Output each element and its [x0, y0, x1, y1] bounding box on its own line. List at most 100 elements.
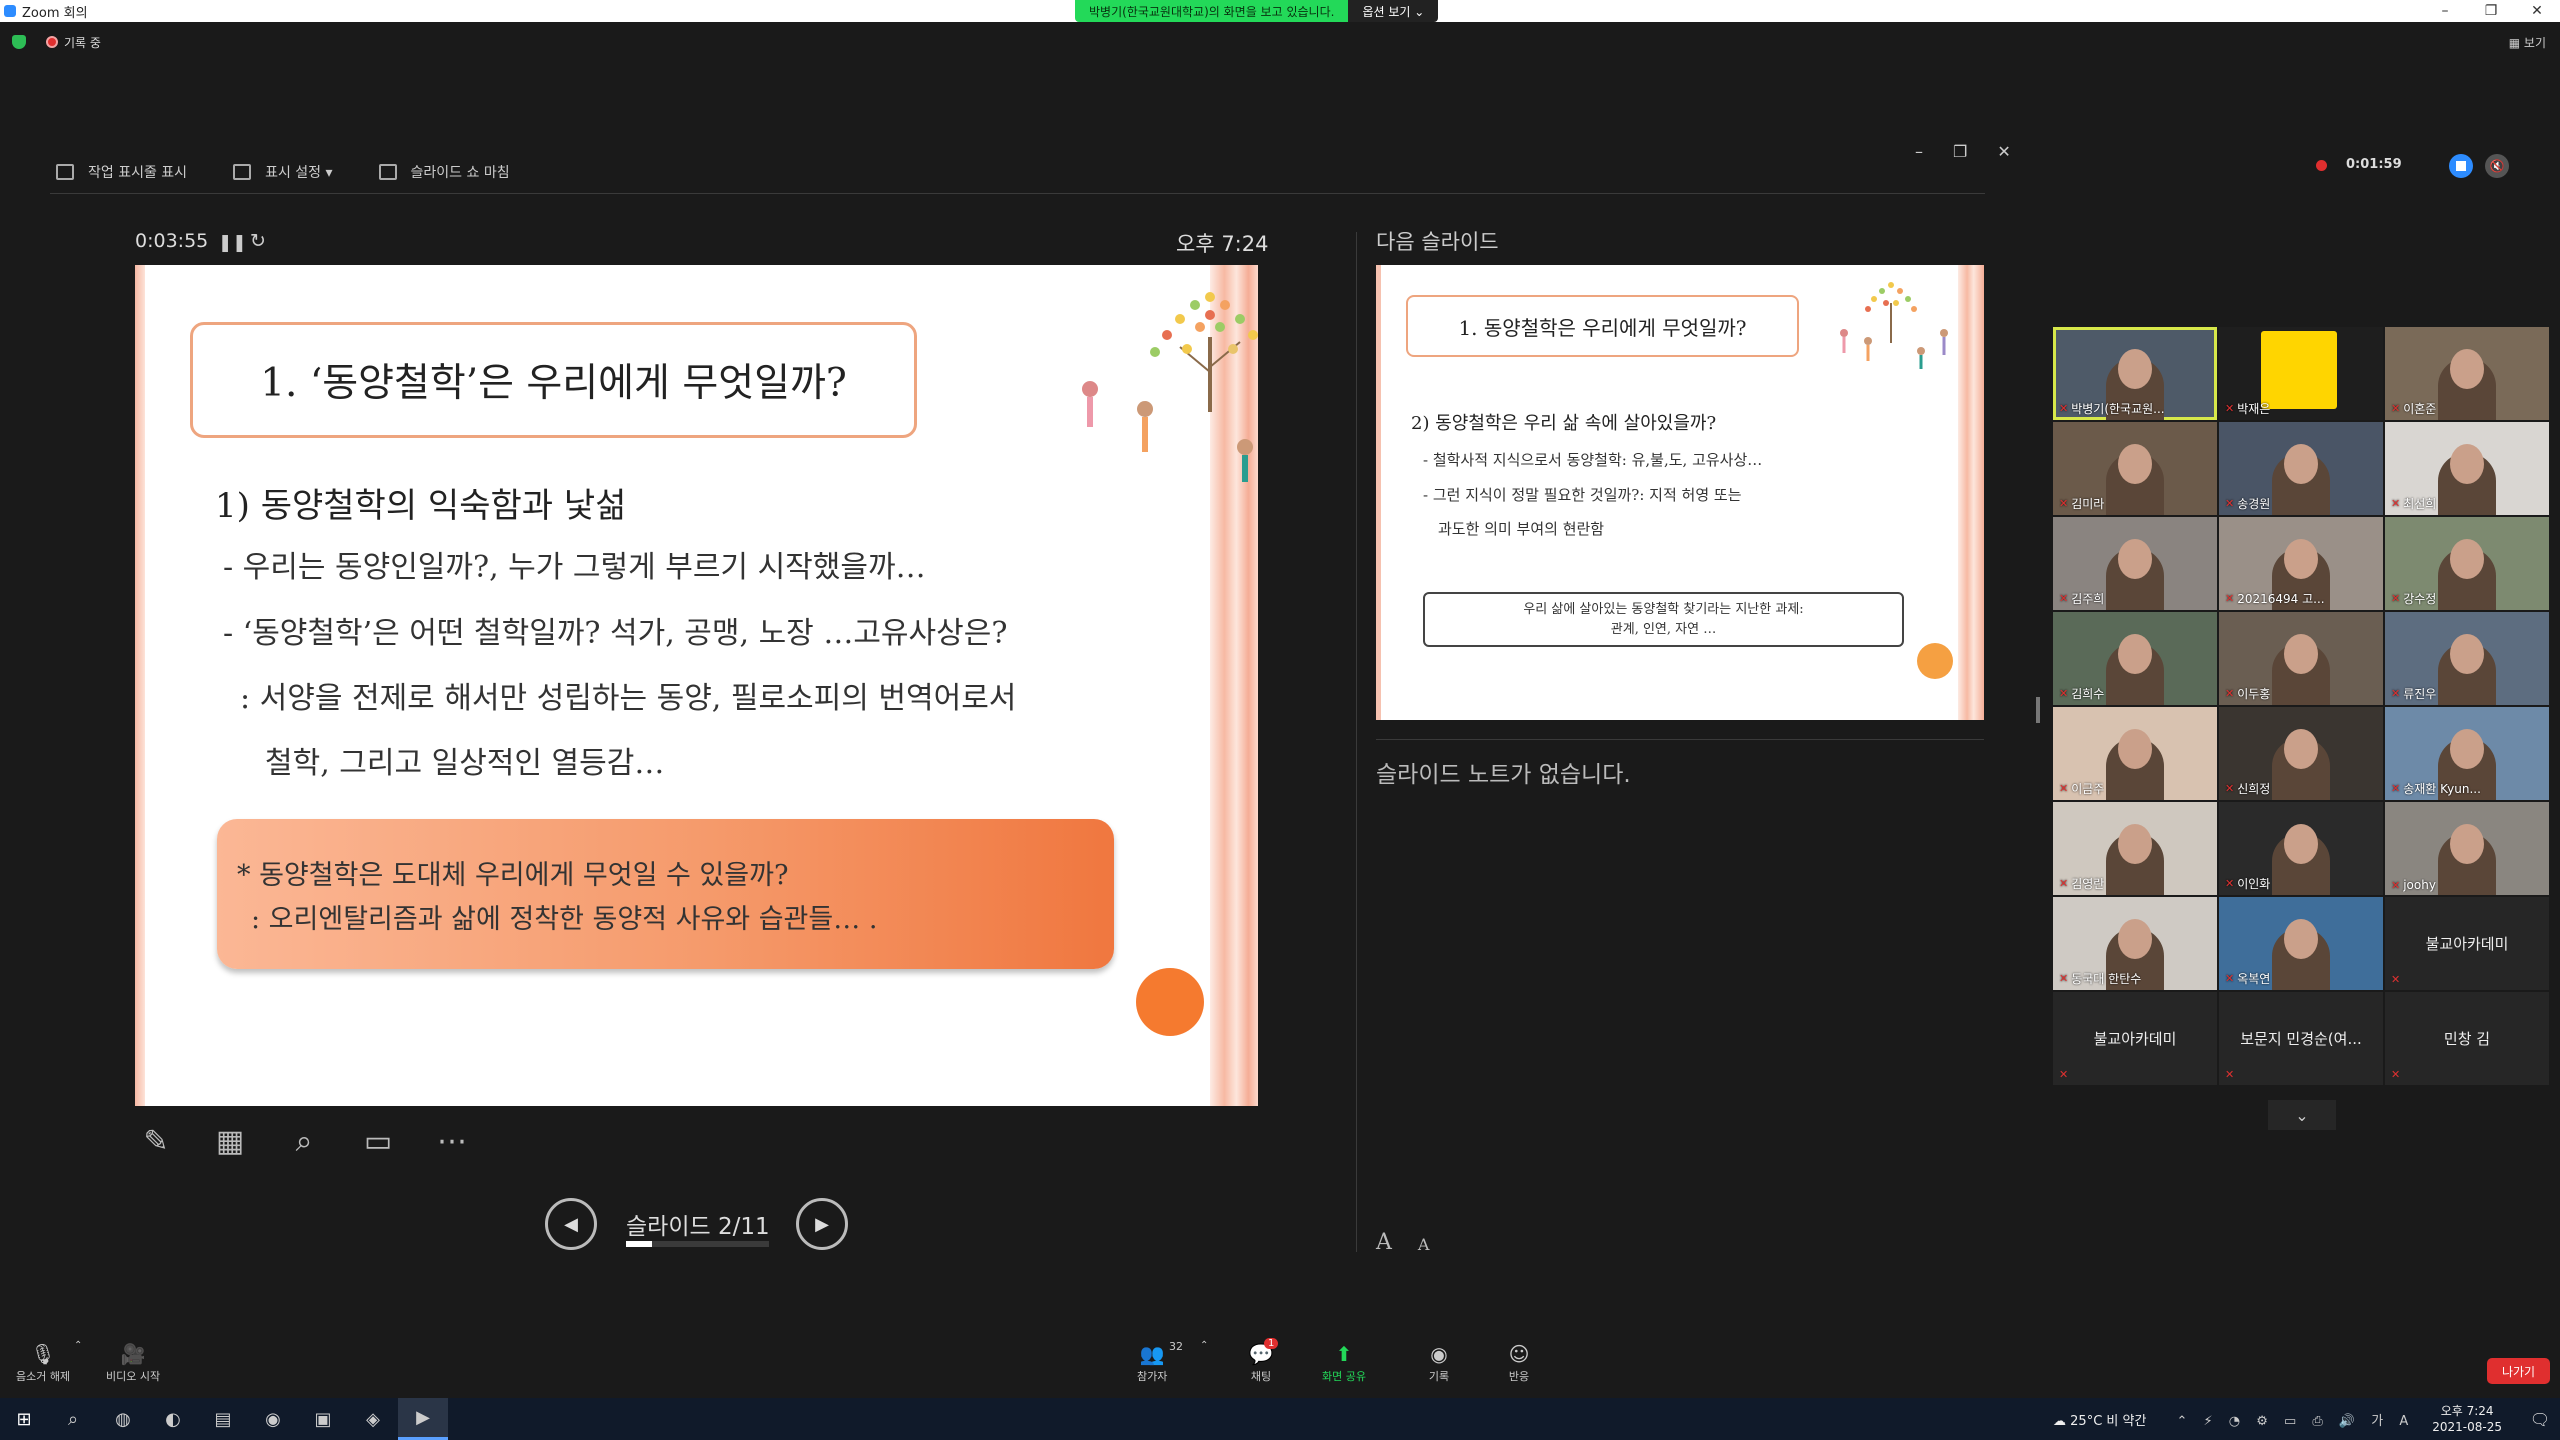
participant-tile[interactable]: ✕ 신희정 [2219, 707, 2383, 800]
chrome-icon[interactable]: ◍ [98, 1398, 148, 1440]
gallery-splitter-handle[interactable] [2036, 697, 2040, 723]
tray-icons[interactable]: ⌃ ⚡ ◔ ⚙ ▭ ⎙ 🔊 가 A [2176, 1410, 2414, 1429]
participant-head [2450, 539, 2484, 579]
unmute-button[interactable]: 🎙 음소거 해제 [16, 1340, 70, 1384]
participant-head [2118, 634, 2152, 674]
participant-tile[interactable]: ✕ 동국대 한탄수 [2053, 897, 2217, 990]
participant-name: ✕ 박병기(한국교원... [2059, 400, 2165, 417]
participant-tile[interactable]: ✕ 김희수 [2053, 612, 2217, 705]
stop-icon [2456, 161, 2466, 171]
participant-name-text: 동국대 한탄수 [2071, 972, 2142, 986]
decrease-font-button[interactable]: A [1418, 1230, 1430, 1255]
participant-tile[interactable]: ✕ 옥복연 [2219, 897, 2383, 990]
current-slide[interactable]: 1. ‘동양철학’은 우리에게 무엇일까? 1) 동양철학의 익숙함과 낯섦 -… [135, 265, 1258, 1106]
windows-start-icon[interactable]: ⊞ [0, 1398, 48, 1440]
stop-recording-button[interactable] [2449, 154, 2473, 178]
minimize-button[interactable]: – [2422, 0, 2468, 22]
reactions-button[interactable]: ☺ 반응 [1505, 1340, 1533, 1384]
tree-children-illustration [1082, 292, 1258, 482]
show-taskbar-button[interactable]: 작업 표시줄 표시 [56, 162, 187, 182]
participant-tile[interactable]: ✕ 이혼준 [2385, 327, 2549, 420]
see-all-slides-icon[interactable]: ▦ [209, 1120, 251, 1162]
participants-count: 32 [1169, 1340, 1183, 1353]
participant-tile[interactable]: ✕ 류진우 [2385, 612, 2549, 705]
participant-tile[interactable]: ✕ 김영란 [2053, 802, 2217, 895]
next-tree-illustration [1840, 282, 1948, 369]
app-red-icon[interactable]: ◉ [248, 1398, 298, 1440]
participant-tile[interactable]: ✕ 이금주 [2053, 707, 2217, 800]
participant-name: ✕ 김주희 [2059, 590, 2104, 607]
share-screen-button[interactable]: ⬆ 화면 공유 [1322, 1340, 1366, 1384]
record-button[interactable]: ◉ 기록 [1425, 1340, 1453, 1384]
participant-name-text: 이금주 [2071, 782, 2105, 796]
presenter-restore-button[interactable]: ❐ [1953, 142, 1967, 161]
next-slide-preview[interactable]: 1. 동양철학은 우리에게 무엇일까? 2) 동양철학은 우리 삶 속에 살아있… [1376, 265, 1984, 720]
participant-tile[interactable]: ✕ 송재환 Kyun... [2385, 707, 2549, 800]
app-cloud-icon[interactable]: ◈ [348, 1398, 398, 1440]
participant-tile[interactable]: ✕ joohy [2385, 802, 2549, 895]
participant-name-text: 보문지 민경순(여... [2240, 1030, 2362, 1048]
participant-name-text: 강수정 [2403, 592, 2437, 606]
edge-icon[interactable]: ◐ [148, 1398, 198, 1440]
maximize-button[interactable]: ❐ [2468, 0, 2514, 22]
participant-head [2284, 919, 2318, 959]
chat-button[interactable]: 💬 1 채팅 [1247, 1338, 1279, 1384]
mute-icon[interactable]: 🔇 [2485, 154, 2509, 178]
leave-meeting-button[interactable]: 나가기 [2487, 1358, 2550, 1384]
zoom-magnifier-icon[interactable]: ⌕ [283, 1120, 325, 1162]
participant-tile[interactable]: ✕ 김미라 [2053, 422, 2217, 515]
pause-icon[interactable]: ❚❚ [218, 233, 247, 253]
participants-caret-icon[interactable]: ⌃ [1200, 1340, 1208, 1351]
title-bar: Zoom 회의 박병기(한국교원대학교)의 화면을 보고 있습니다. 옵션 보기… [0, 0, 2560, 22]
participant-name-text: 송재환 Kyun... [2403, 782, 2481, 796]
reactions-label: 반응 [1508, 1370, 1530, 1383]
participant-tile[interactable]: ✕ 이두홍 [2219, 612, 2383, 705]
recording-indicator-icon [2316, 160, 2327, 171]
participant-tile[interactable]: 불교아카데미 ✕ [2053, 992, 2217, 1085]
participant-tile[interactable]: ✕ 20216494 고... [2219, 517, 2383, 610]
participant-tile[interactable]: ✕ 김주희 [2053, 517, 2217, 610]
notification-icon[interactable]: 🗨 [2520, 1410, 2560, 1429]
presenter-close-button[interactable]: ✕ [1997, 142, 2010, 161]
participant-tile[interactable]: ✕ 송경원 [2219, 422, 2383, 515]
restart-icon[interactable]: ↻ [250, 230, 266, 252]
kakaotalk-icon[interactable]: ▣ [298, 1398, 348, 1440]
slide-left-edge [135, 265, 145, 1106]
participant-tile[interactable]: ✕ 이인화 [2219, 802, 2383, 895]
participants-button[interactable]: 👥 참가자 [1137, 1340, 1167, 1384]
more-options-icon[interactable]: ⋯ [431, 1120, 473, 1162]
black-screen-icon[interactable]: ▭ [357, 1120, 399, 1162]
participant-tile[interactable]: ✕ 박병기(한국교원... [2053, 327, 2217, 420]
search-icon[interactable]: ⌕ [48, 1398, 98, 1440]
gallery-next-page-button[interactable]: ⌄ [2268, 1100, 2336, 1130]
participant-tile[interactable]: 보문지 민경순(여... ✕ [2219, 992, 2383, 1085]
participant-tile[interactable]: 불교아카데미 ✕ [2385, 897, 2549, 990]
audio-options-caret-icon[interactable]: ⌃ [74, 1340, 82, 1351]
participant-tile[interactable]: 민창 김 ✕ [2385, 992, 2549, 1085]
participant-head [2284, 539, 2318, 579]
participant-tile[interactable]: ✕ 강수정 [2385, 517, 2549, 610]
weather-widget[interactable]: ☁ 25°C 비 약간 [2053, 1410, 2146, 1429]
next-slide-button[interactable]: ▶ [796, 1198, 848, 1250]
presenter-minimize-button[interactable]: – [1915, 142, 1923, 161]
end-slideshow-button[interactable]: 슬라이드 쇼 마침 [378, 162, 510, 182]
start-video-button[interactable]: 🎥 비디오 시작 [106, 1340, 160, 1384]
previous-slide-button[interactable]: ◀ [545, 1198, 597, 1250]
muted-mic-icon: ✕ [2391, 402, 2401, 415]
display-settings-label: 표시 설정 ▾ [265, 164, 333, 181]
file-explorer-icon[interactable]: ▤ [198, 1398, 248, 1440]
participant-tile[interactable]: ✕ 최선희 [2385, 422, 2549, 515]
display-settings-button[interactable]: 표시 설정 ▾ [233, 162, 333, 182]
increase-font-button[interactable]: A [1376, 1230, 1392, 1255]
view-options-button[interactable]: 옵션 보기 ⌄ [1348, 0, 1439, 22]
taskbar-clock[interactable]: 오후 7:24 2021-08-25 [2432, 1403, 2502, 1435]
participant-name: ✕ 강수정 [2391, 590, 2436, 607]
pen-icon[interactable]: ✎ [135, 1120, 177, 1162]
close-button[interactable]: ✕ [2514, 0, 2560, 22]
participant-head [2118, 729, 2152, 769]
zoom-taskbar-icon[interactable]: ▶ [398, 1398, 448, 1440]
participant-tile[interactable]: ✕ 박재은 [2219, 327, 2383, 420]
participants-label: 참가자 [1137, 1370, 1168, 1383]
shield-icon[interactable] [12, 35, 26, 49]
view-button[interactable]: ▦ 보기 [2509, 34, 2546, 51]
